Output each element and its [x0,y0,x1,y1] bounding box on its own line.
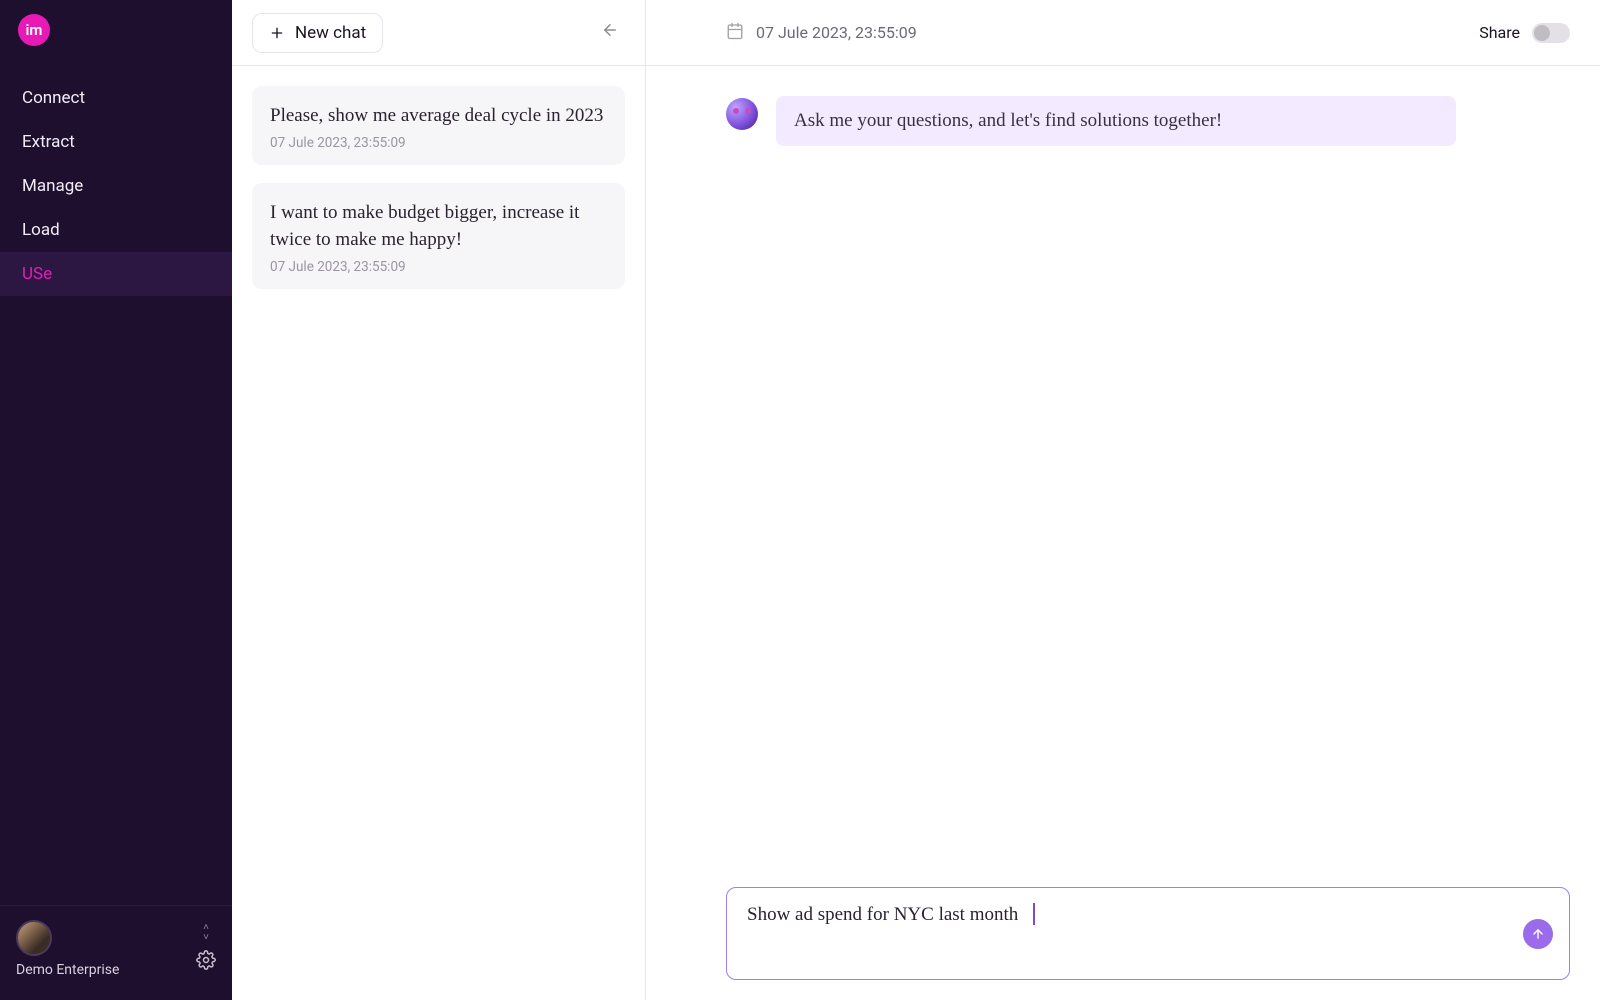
bot-message-bubble: Ask me your questions, and let's find so… [776,96,1456,146]
brand-logo[interactable]: im [18,14,50,46]
chat-header: 07 Jule 2023, 23:55:09 Share [646,0,1600,66]
message-input-text: Show ad spend for NYC last month [747,904,1018,925]
calendar-icon [726,22,744,44]
share-label: Share [1479,23,1520,42]
bot-avatar-icon [726,98,758,130]
chat-date-label: 07 Jule 2023, 23:55:09 [756,23,917,42]
send-button[interactable] [1523,919,1553,949]
chat-history-panel: New chat Please, show me average deal cy… [232,0,646,1000]
nav-item-label: Extract [22,132,75,152]
arrow-up-icon [1531,927,1545,941]
chat-history-timestamp: 07 Jule 2023, 23:55:09 [270,259,607,275]
chat-date: 07 Jule 2023, 23:55:09 [726,22,917,44]
nav-item-label: USe [22,264,52,284]
nav-item-connect[interactable]: Connect [0,76,232,120]
nav-item-use[interactable]: USe [0,252,232,296]
nav-item-manage[interactable]: Manage [0,164,232,208]
primary-nav: Connect Extract Manage Load USe [0,76,232,296]
toggle-thumb [1534,25,1550,41]
nav-item-label: Connect [22,88,85,108]
nav-item-label: Load [22,220,60,240]
share-block: Share [1479,23,1570,43]
nav-item-load[interactable]: Load [0,208,232,252]
share-toggle[interactable] [1532,23,1570,43]
chat-history-item[interactable]: I want to make budget bigger, increase i… [252,183,625,289]
sidebar-footer-controls: ˄ ˅ [196,924,216,974]
sidebar: im Connect Extract Manage Load USe Demo … [0,0,232,1000]
chat-history-title: Please, show me average deal cycle in 20… [270,102,607,129]
chevron-up-icon: ˄ [203,924,209,932]
brand-logo-text: im [26,21,43,39]
org-name: Demo Enterprise [16,962,119,978]
sidebar-footer: Demo Enterprise ˄ ˅ [0,905,232,1000]
composer-area: Show ad spend for NYC last month [646,887,1600,1000]
bot-message-text: Ask me your questions, and let's find so… [794,110,1222,131]
org-switcher[interactable]: ˄ ˅ [203,924,209,942]
plus-icon [269,25,285,41]
gear-icon [196,950,216,970]
new-chat-label: New chat [295,23,366,43]
bot-message-row: Ask me your questions, and let's find so… [726,96,1520,146]
chat-history-list: Please, show me average deal cycle in 20… [232,66,645,309]
chat-history-item[interactable]: Please, show me average deal cycle in 20… [252,86,625,165]
chat-main-pane: 07 Jule 2023, 23:55:09 Share Ask me your… [646,0,1600,1000]
arrow-left-icon [601,21,619,39]
message-input[interactable]: Show ad spend for NYC last month [726,887,1570,980]
nav-item-label: Manage [22,176,83,196]
chevron-down-icon: ˅ [203,934,209,942]
collapse-panel-button[interactable] [595,15,625,51]
chat-history-title: I want to make budget bigger, increase i… [270,199,607,253]
chat-history-header: New chat [232,0,645,66]
text-caret [1033,903,1035,925]
settings-button[interactable] [196,950,216,974]
nav-item-extract[interactable]: Extract [0,120,232,164]
new-chat-button[interactable]: New chat [252,13,383,53]
user-avatar [16,920,52,956]
logo-wrap: im [0,0,232,46]
conversation: Ask me your questions, and let's find so… [646,66,1600,887]
chat-history-timestamp: 07 Jule 2023, 23:55:09 [270,135,607,151]
user-block[interactable]: Demo Enterprise [16,920,119,978]
